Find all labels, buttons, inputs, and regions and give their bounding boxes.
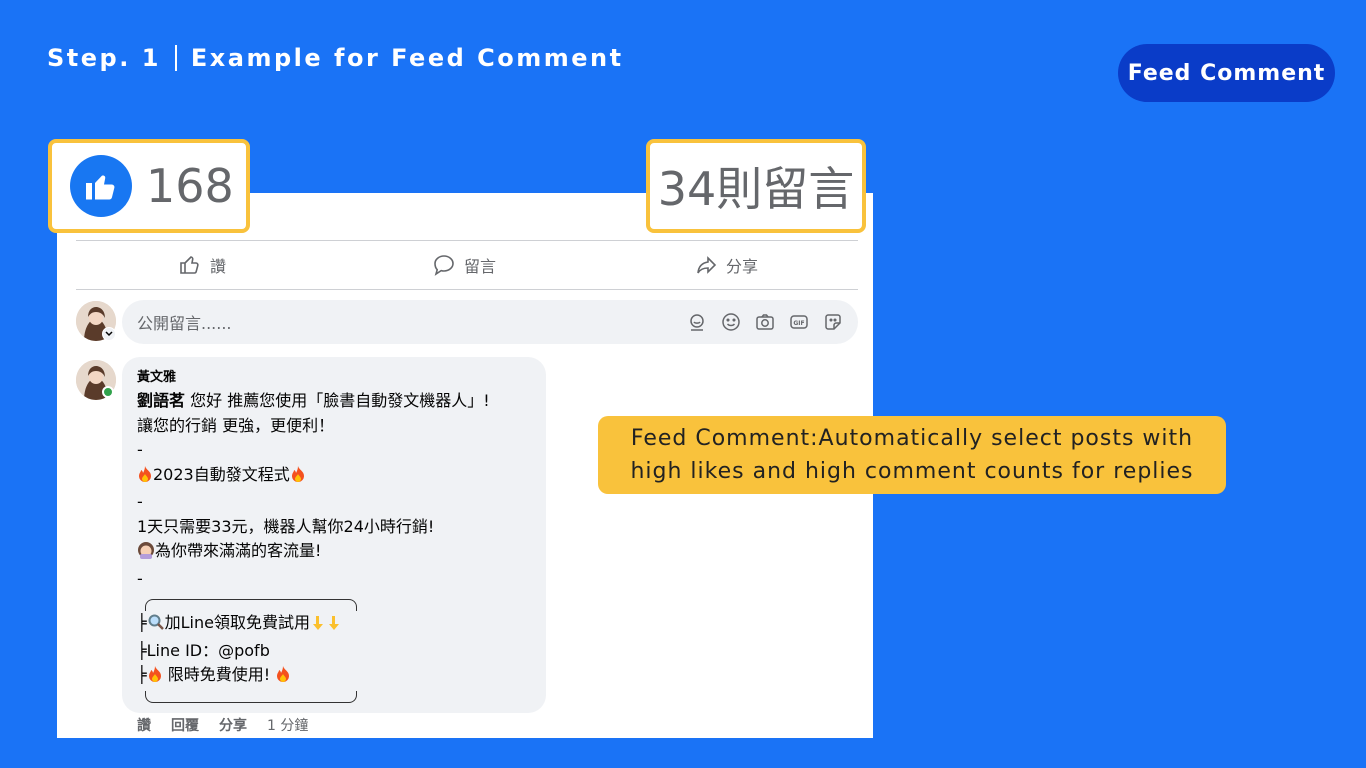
avatar-sticker-icon[interactable] (686, 311, 708, 333)
comment-line-5: - (137, 492, 143, 511)
camera-icon[interactable] (754, 311, 776, 333)
comment-line-11: ╞ 限時免費使用! (137, 663, 531, 691)
fire-icon (275, 665, 291, 691)
frame-top-border (145, 599, 357, 611)
comment-line-6: 1天只需要33元，機器人幫你24小時行銷! (137, 516, 435, 536)
step-label: Step. 1 (47, 44, 161, 72)
chevron-down-icon[interactable] (102, 327, 116, 341)
fire-icon (290, 465, 306, 491)
magnifier-icon (147, 613, 165, 639)
sticker-icon[interactable] (822, 311, 844, 333)
frame-bottom-border (145, 690, 357, 703)
comment-composer-input[interactable]: 公開留言...... GIF (122, 300, 858, 344)
comment-like-link[interactable]: 讚 (137, 715, 151, 735)
title-text: Example for Feed Comment (190, 44, 624, 72)
pointing-down-icon (310, 614, 326, 639)
comment-author[interactable]: 黃文雅 (137, 369, 531, 387)
comments-count[interactable]: 34則留言 (658, 153, 855, 219)
comment-line-4: 2023自動發文程式 (137, 463, 531, 491)
comment-timestamp[interactable]: 1 分鐘 (267, 715, 308, 735)
comments-highlight[interactable]: 34則留言 (646, 139, 866, 233)
likes-highlight: 168 (48, 139, 250, 233)
divider-top (76, 240, 858, 241)
feed-comment-badge: Feed Comment (1118, 44, 1335, 102)
feature-callout: Feed Comment:Automatically select posts … (598, 416, 1226, 494)
comment-share-link[interactable]: 分享 (219, 715, 247, 735)
comment-line-10: ╞Line ID：@pofb (137, 640, 270, 660)
online-status-dot (102, 386, 114, 398)
woman-emoji-icon (137, 541, 155, 567)
like-button-label: 讚 (210, 257, 227, 276)
comment-icon (434, 255, 454, 276)
comment-line-3: - (137, 440, 143, 459)
fire-icon (147, 665, 163, 691)
comment-bubble: 黃文雅 劉語茗 您好 推薦您使用「臉書自動發文機器人」! 讓您的行銷 更強，更便… (122, 357, 546, 713)
divider-bottom (76, 289, 858, 290)
gif-icon[interactable]: GIF (788, 311, 810, 333)
like-reaction-icon (70, 155, 132, 217)
likes-count: 168 (146, 159, 234, 213)
mention-tag[interactable]: 劉語茗 (137, 391, 185, 410)
composer-placeholder: 公開留言...... (137, 314, 232, 333)
share-button-label: 分享 (726, 257, 759, 276)
thumbs-up-icon (180, 256, 199, 274)
like-button[interactable]: 讚 (178, 252, 226, 278)
comment-reply-link[interactable]: 回覆 (171, 715, 199, 735)
comment-button-label: 留言 (464, 257, 497, 276)
comment-line-7: 為你帶來滿滿的客流量! (137, 539, 531, 567)
page-title: Step. 1 Example for Feed Comment (47, 44, 624, 72)
comment-line-2: 讓您的行銷 更強，更便利！ (137, 415, 335, 435)
svg-text:GIF: GIF (793, 320, 804, 327)
fire-icon (137, 465, 153, 491)
comment-line-9: ╞ 加Line領取免費試用 (137, 611, 531, 639)
share-icon (697, 256, 717, 274)
emoji-icon[interactable] (720, 311, 742, 333)
comment-actions: 讚 回覆 分享 1 分鐘 (137, 715, 308, 735)
comment-button[interactable]: 留言 (432, 252, 496, 278)
title-separator (174, 45, 177, 71)
pointing-down-icon (326, 614, 342, 639)
comment-line-8: - (137, 568, 143, 588)
share-button[interactable]: 分享 (694, 252, 758, 278)
comment-line-1: 劉語茗 您好 推薦您使用「臉書自動發文機器人」! (137, 391, 490, 410)
